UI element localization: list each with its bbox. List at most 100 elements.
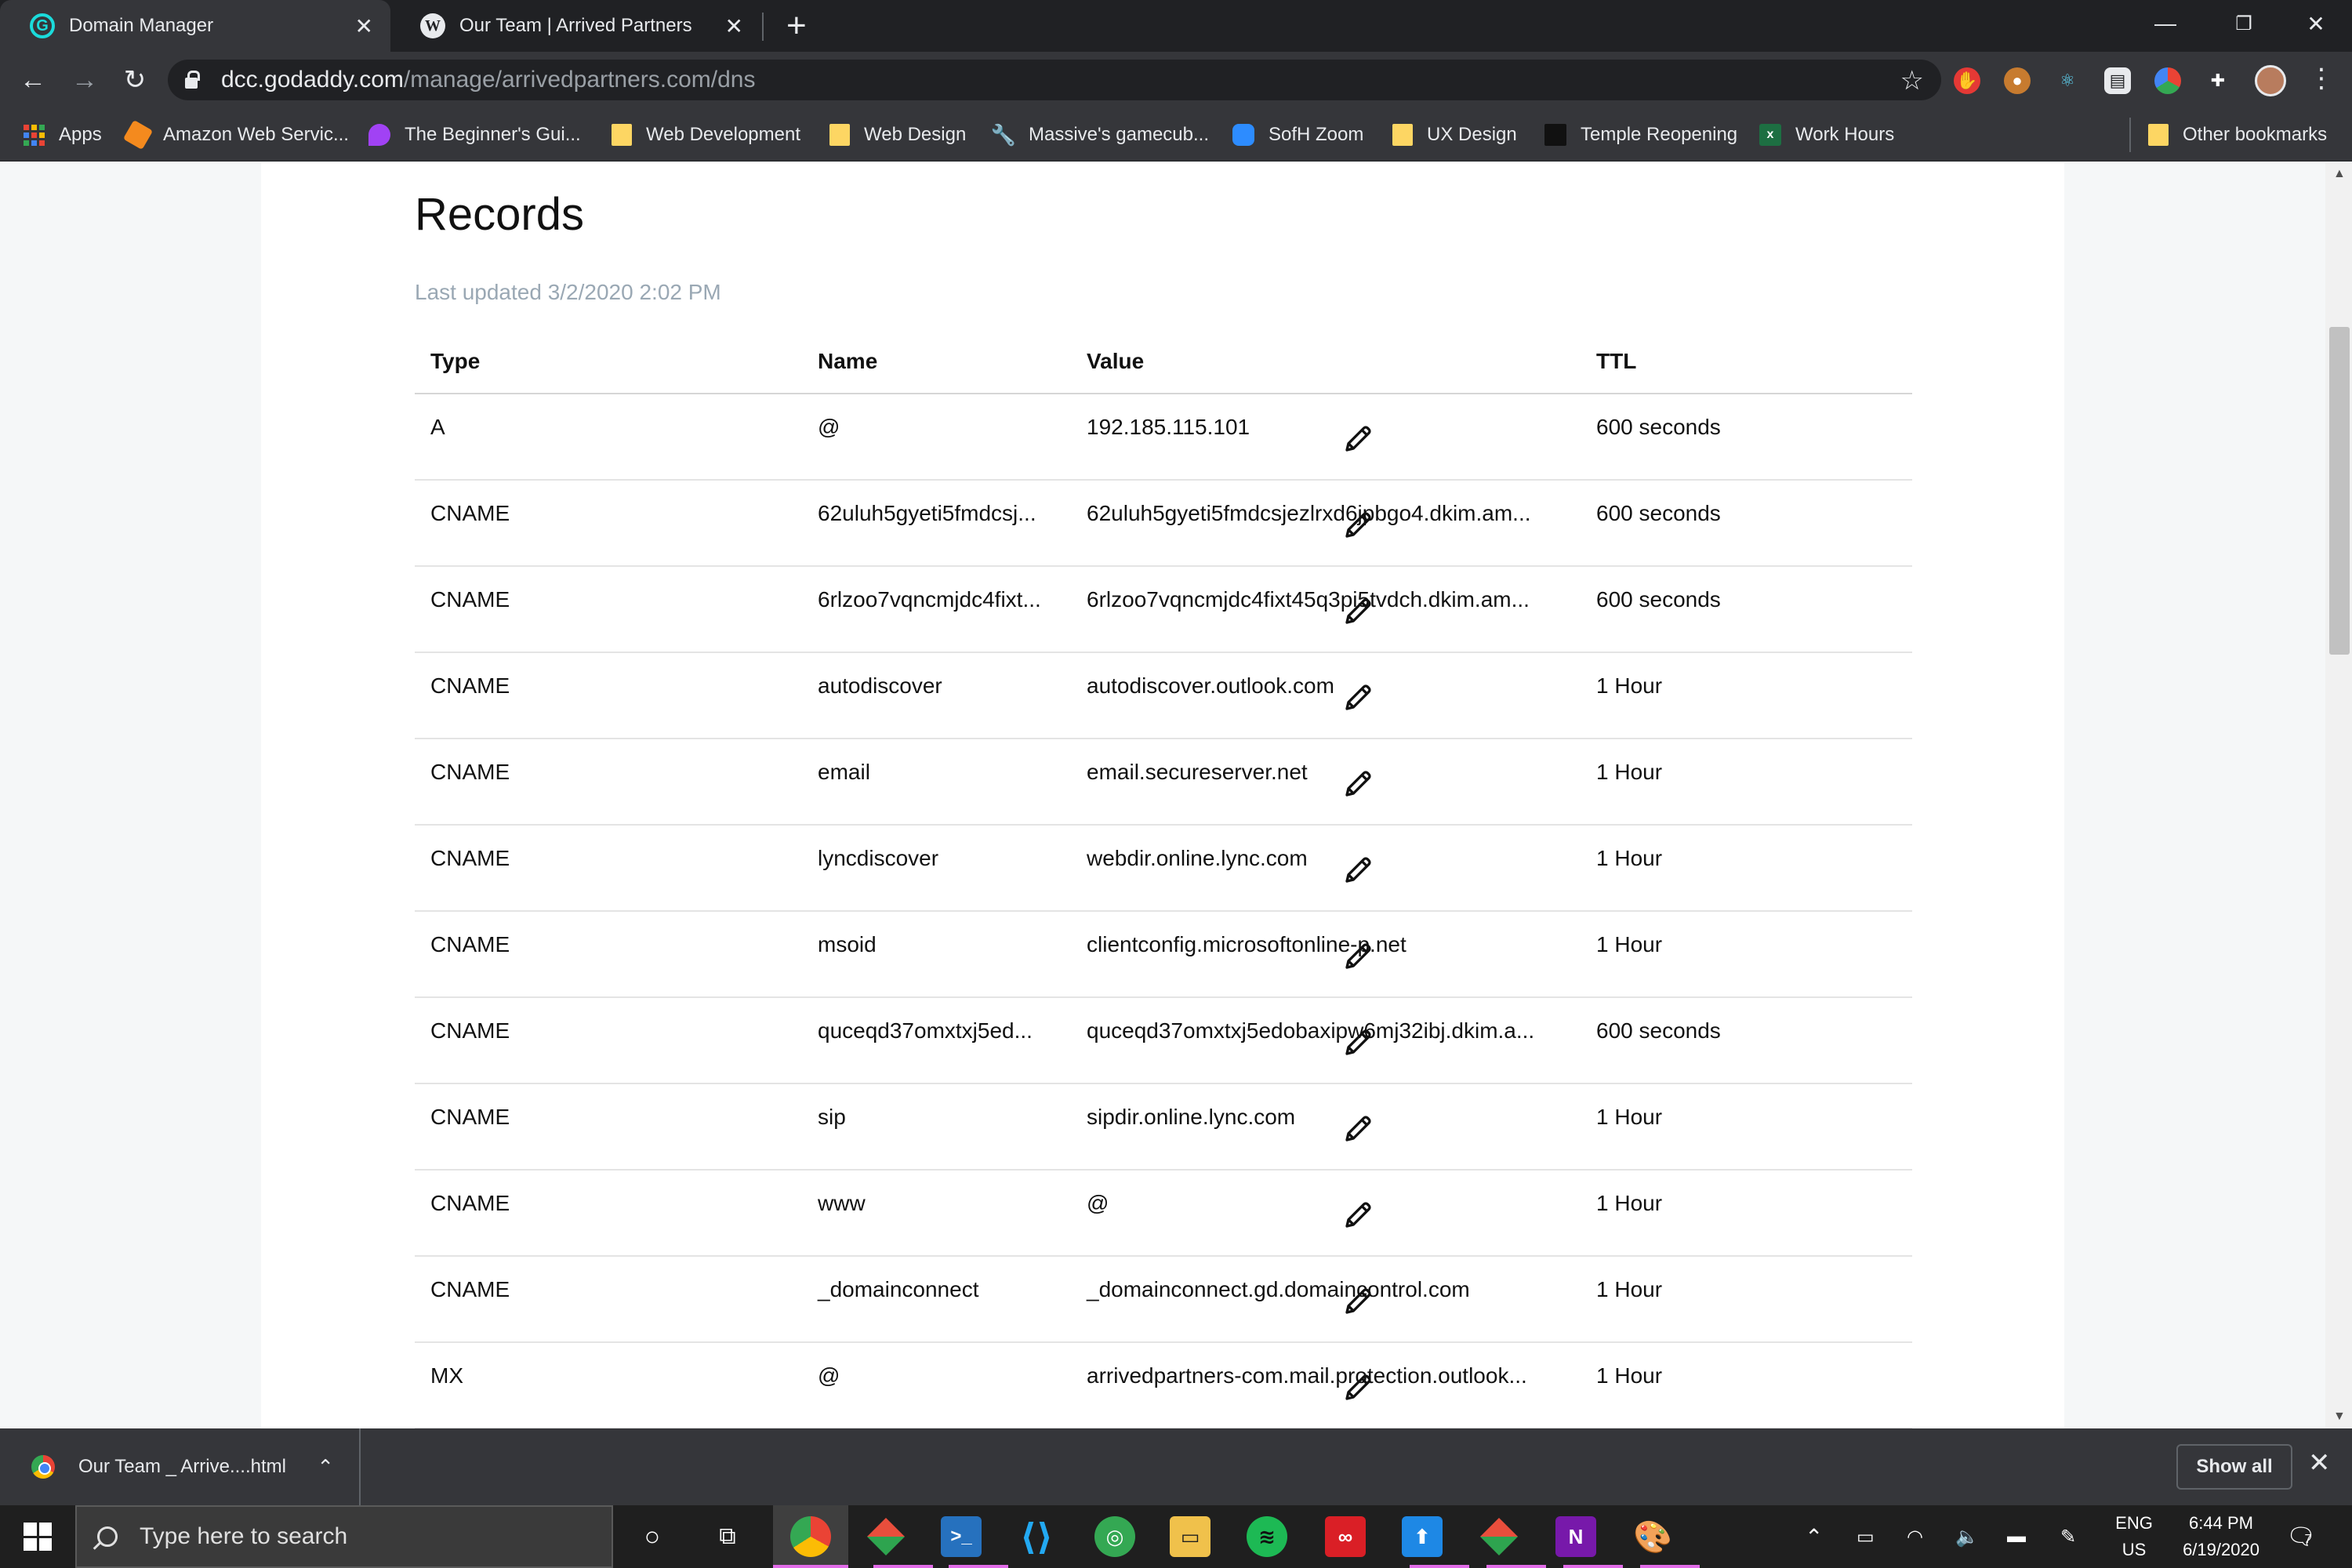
edit-record-button[interactable] <box>1343 940 1374 971</box>
show-all-downloads-button[interactable]: Show all <box>2176 1444 2292 1490</box>
record-ttl: 600 seconds <box>1596 587 1721 612</box>
table-row: CNAME 62uluh5gyeti5fmdcsj... 62uluh5gyet… <box>415 481 1912 567</box>
bookmark-aws[interactable]: Amazon Web Servic... <box>122 119 349 151</box>
language-indicator[interactable]: ENG US <box>2112 1510 2156 1563</box>
page-title: Records <box>415 189 584 240</box>
edit-record-button[interactable] <box>1343 1112 1374 1144</box>
edit-record-button[interactable] <box>1343 595 1374 626</box>
dns-records-card: Records Last updated 3/2/2020 2:02 PM Ty… <box>261 162 2064 1428</box>
minimize-button[interactable]: — <box>2131 0 2200 47</box>
extension-cookie-icon[interactable]: ● <box>2004 67 2031 94</box>
bookmark-apps[interactable]: Apps <box>24 119 102 151</box>
upload-app-taskbar-icon[interactable]: ⬆ <box>1402 1516 1443 1557</box>
running-indicator <box>1563 1565 1623 1568</box>
gitkraken-taskbar-icon[interactable] <box>866 1516 906 1557</box>
record-name: 62uluh5gyeti5fmdcsj... <box>818 501 1036 525</box>
new-tab-button[interactable]: + <box>786 6 807 45</box>
forward-button[interactable]: → <box>69 64 100 96</box>
download-shelf: Our Team _ Arrive....html ⌃ Show all ✕ <box>0 1428 2352 1505</box>
folder-icon <box>612 124 632 146</box>
globe-app-taskbar-icon[interactable]: ◎ <box>1094 1516 1135 1557</box>
git-app-taskbar-icon[interactable] <box>1479 1516 1519 1557</box>
tray-chevron-up-icon[interactable]: ⌃ <box>1805 1505 1823 1568</box>
download-item[interactable]: Our Team _ Arrive....html ⌃ <box>0 1428 361 1505</box>
edit-record-button[interactable] <box>1343 854 1374 885</box>
extension-color-icon[interactable] <box>2154 67 2181 94</box>
task-view-icon[interactable]: ⧉ <box>707 1516 748 1557</box>
bookmark-folder-web-design[interactable]: Web Design <box>829 119 966 151</box>
bookmark-star-icon[interactable]: ☆ <box>1900 65 1924 96</box>
bookmark-divider <box>2129 118 2131 152</box>
extensions-puzzle-icon[interactable]: ✚ <box>2205 67 2231 94</box>
edit-record-button[interactable] <box>1343 1199 1374 1230</box>
extension-notes-icon[interactable]: ▤ <box>2104 67 2131 94</box>
record-ttl: 1 Hour <box>1596 932 1663 956</box>
edit-record-button[interactable] <box>1343 423 1374 454</box>
scroll-up-arrow-icon[interactable]: ▲ <box>2333 167 2346 181</box>
bookmark-folder-web-development[interactable]: Web Development <box>612 119 800 151</box>
vscode-taskbar-icon[interactable]: ⟨⟩ <box>1016 1516 1057 1557</box>
excel-icon: x <box>1759 124 1781 146</box>
reload-button[interactable]: ↻ <box>119 64 151 96</box>
edit-record-button[interactable] <box>1343 681 1374 713</box>
bookmark-work-hours[interactable]: x Work Hours <box>1759 119 1894 151</box>
file-explorer-taskbar-icon[interactable]: ▭ <box>1170 1516 1210 1557</box>
tray-pen-icon[interactable]: ✎ <box>2060 1505 2076 1568</box>
scroll-down-arrow-icon[interactable]: ▼ <box>2333 1410 2346 1424</box>
tab-domain-manager[interactable]: G Domain Manager ✕ <box>0 0 390 52</box>
paint-taskbar-icon[interactable]: 🎨 <box>1632 1516 1673 1557</box>
close-tab-icon[interactable]: ✕ <box>725 13 743 39</box>
tray-volume-icon[interactable]: 🔈 <box>1955 1505 1979 1568</box>
page-scrollbar[interactable]: ▲ ▼ <box>2325 162 2352 1428</box>
bookmark-sofh-zoom[interactable]: SofH Zoom <box>1232 119 1363 151</box>
close-window-button[interactable]: ✕ <box>2281 0 2350 47</box>
cortana-icon[interactable]: ○ <box>632 1516 673 1557</box>
edit-record-button[interactable] <box>1343 1026 1374 1058</box>
tray-wifi-icon[interactable]: ◠ <box>1907 1505 1923 1568</box>
taskbar-search-box[interactable]: Type here to search <box>75 1505 613 1568</box>
back-button[interactable]: ← <box>17 64 49 96</box>
pencil-icon <box>1345 684 1371 710</box>
bookmark-other-bookmarks[interactable]: Other bookmarks <box>2148 119 2327 151</box>
record-type: CNAME <box>430 501 510 525</box>
table-row: CNAME msoid clientconfig.microsoftonline… <box>415 912 1912 998</box>
restore-button[interactable]: ❐ <box>2209 0 2278 47</box>
onenote-taskbar-icon[interactable]: N <box>1555 1516 1596 1557</box>
omnibox[interactable]: dcc.godaddy.com/manage/arrivedpartners.c… <box>168 60 1941 100</box>
edit-record-button[interactable] <box>1343 1285 1374 1316</box>
system-clock[interactable]: 6:44 PM 6/19/2020 <box>2170 1510 2272 1563</box>
record-type: CNAME <box>430 932 510 956</box>
bookmark-beginners-guide[interactable]: The Beginner's Gui... <box>368 119 581 151</box>
tab-divider <box>762 13 764 41</box>
chevron-up-icon[interactable]: ⌃ <box>317 1455 334 1479</box>
creative-cloud-taskbar-icon[interactable]: ∞ <box>1325 1516 1366 1557</box>
profile-avatar[interactable] <box>2255 65 2286 96</box>
edit-record-button[interactable] <box>1343 1371 1374 1403</box>
record-value: autodiscover.outlook.com <box>1087 673 1334 698</box>
table-row: MX @ arrivedpartners-com.mail.protection… <box>415 1343 1912 1428</box>
bookmark-temple-reopening[interactable]: Temple Reopening <box>1544 119 1737 151</box>
extension-adblock-icon[interactable]: ✋ <box>1954 67 1980 94</box>
pencil-icon <box>1345 1288 1371 1314</box>
bookmark-folder-ux-design[interactable]: UX Design <box>1392 119 1517 151</box>
bookmark-massives-gamecube[interactable]: 🔧 Massive's gamecub... <box>991 119 1209 151</box>
edit-record-button[interactable] <box>1343 509 1374 540</box>
tab-our-team[interactable]: W Our Team | Arrived Partners ✕ <box>390 0 760 52</box>
tray-battery-icon[interactable]: ▬ <box>2007 1505 2026 1568</box>
record-value: arrivedpartners-com.mail.protection.outl… <box>1087 1363 1527 1388</box>
extension-react-icon[interactable]: ⚛ <box>2054 67 2081 94</box>
close-shelf-icon[interactable]: ✕ <box>2308 1447 2331 1479</box>
chrome-taskbar-icon[interactable] <box>790 1516 831 1557</box>
tray-display-icon[interactable]: ▭ <box>1857 1505 1875 1568</box>
scrollbar-thumb[interactable] <box>2329 327 2350 655</box>
powershell-taskbar-icon[interactable]: >_ <box>941 1516 982 1557</box>
wordpress-icon: W <box>420 13 445 38</box>
spotify-taskbar-icon[interactable]: ≋ <box>1247 1516 1287 1557</box>
pencil-icon <box>1345 598 1371 624</box>
browser-menu-icon[interactable]: ⋮ <box>2308 63 2335 94</box>
close-tab-icon[interactable]: ✕ <box>355 13 373 39</box>
record-type: CNAME <box>430 1277 510 1301</box>
windows-taskbar: Type here to search ○ ⧉ >_ ⟨⟩ ◎ ▭ ≋ ∞ ⬆ … <box>0 1505 2352 1568</box>
windows-start-icon[interactable] <box>24 1523 52 1551</box>
edit-record-button[interactable] <box>1343 768 1374 799</box>
